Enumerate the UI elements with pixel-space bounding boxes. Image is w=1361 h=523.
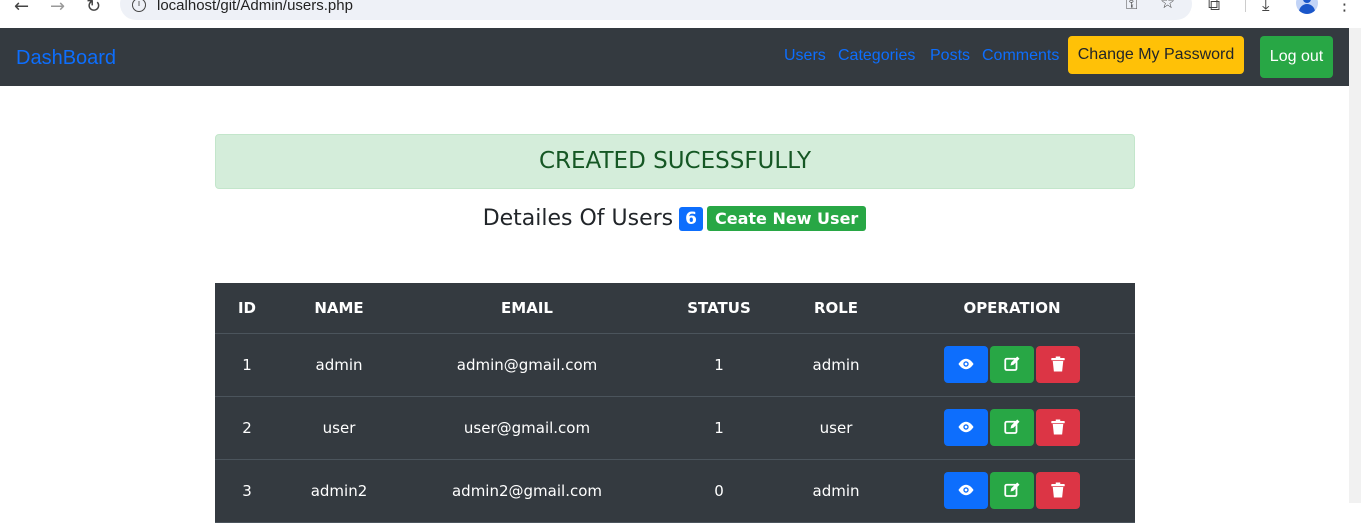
bookmark-star-icon[interactable]: ☆ [1160,0,1175,13]
column-header-operation: OPERATION [889,283,1135,334]
nav-link-categories[interactable]: Categories [838,47,915,65]
cell-email: admin@gmail.com [399,333,655,397]
user-count-badge: 6 [679,206,703,231]
column-header-name: NAME [279,283,399,334]
eye-icon [958,484,974,496]
success-alert: CREATED SUCESSFULLY [215,134,1135,189]
cell-operations [889,459,1135,523]
address-url[interactable]: localhost/git/Admin/users.php [157,0,353,14]
nav-link-users[interactable]: Users [784,47,826,65]
edit-user-button[interactable] [990,472,1034,509]
browser-toolbar: ← → ↻ i localhost/git/Admin/users.php ⚿ … [0,0,1361,28]
top-navbar: DashBoard Users Categories Posts Comment… [0,28,1349,86]
cell-operations [889,333,1135,397]
nav-link-posts[interactable]: Posts [930,47,970,65]
view-user-button[interactable] [944,346,988,383]
table-row: 1 admin admin@gmail.com 1 admin [215,333,1135,397]
cell-operations [889,396,1135,460]
page-title: Detailes Of Users [482,206,674,231]
download-icon[interactable]: ⤓ [1262,0,1270,15]
delete-user-button[interactable] [1036,409,1080,446]
cell-name: user [279,396,399,460]
cell-status: 1 [655,396,783,460]
eye-icon [958,421,974,433]
change-password-button[interactable]: Change My Password [1068,36,1244,74]
cell-role: admin [783,459,889,523]
edit-icon [1004,419,1020,434]
cell-status: 1 [655,333,783,397]
password-key-icon[interactable]: ⚿ [1126,0,1137,13]
cell-email: admin2@gmail.com [399,459,655,523]
edit-icon [1004,356,1020,371]
column-header-id: ID [215,283,279,334]
view-user-button[interactable] [944,472,988,509]
delete-user-button[interactable] [1036,472,1080,509]
column-header-email: EMAIL [399,283,655,334]
table-row: 2 user user@gmail.com 1 user [215,396,1135,460]
edit-icon [1004,482,1020,497]
logout-button[interactable]: Log out [1260,36,1333,78]
eye-icon [958,358,974,370]
view-user-button[interactable] [944,409,988,446]
table-header-row: ID NAME EMAIL STATUS ROLE OPERATION [215,283,1135,334]
extensions-icon[interactable]: ⧉ [1208,0,1220,15]
create-user-button[interactable]: Ceate New User [707,206,867,231]
nav-link-comments[interactable]: Comments [982,47,1059,65]
cell-role: admin [783,333,889,397]
forward-icon[interactable]: → [50,0,65,17]
reload-icon[interactable]: ↻ [86,0,101,17]
table-row: 3 admin2 admin2@gmail.com 0 admin [215,459,1135,523]
trash-icon [1051,419,1065,435]
alert-message: CREATED SUCESSFULLY [538,148,812,174]
toolbar-divider [1245,0,1246,12]
cell-name: admin2 [279,459,399,523]
trash-icon [1051,482,1065,498]
brand-link[interactable]: DashBoard [16,47,116,70]
cell-id: 2 [215,396,279,460]
profile-avatar[interactable] [1296,0,1318,14]
menu-icon[interactable]: ⋮ [1336,0,1353,15]
edit-user-button[interactable] [990,409,1034,446]
cell-role: user [783,396,889,460]
cell-id: 3 [215,459,279,523]
back-icon[interactable]: ← [14,0,29,17]
site-info-icon[interactable]: i [132,0,146,12]
users-heading: Detailes Of Users 6 Ceate New User [0,206,1349,231]
users-table: ID NAME EMAIL STATUS ROLE OPERATION 1 ad… [215,283,1135,523]
page-scrollbar[interactable] [1349,28,1361,503]
cell-id: 1 [215,333,279,397]
edit-user-button[interactable] [990,346,1034,383]
cell-email: user@gmail.com [399,396,655,460]
column-header-status: STATUS [655,283,783,334]
cell-status: 0 [655,459,783,523]
trash-icon [1051,356,1065,372]
cell-name: admin [279,333,399,397]
address-bar[interactable]: i localhost/git/Admin/users.php ⚿ ☆ [120,0,1192,20]
delete-user-button[interactable] [1036,346,1080,383]
column-header-role: ROLE [783,283,889,334]
